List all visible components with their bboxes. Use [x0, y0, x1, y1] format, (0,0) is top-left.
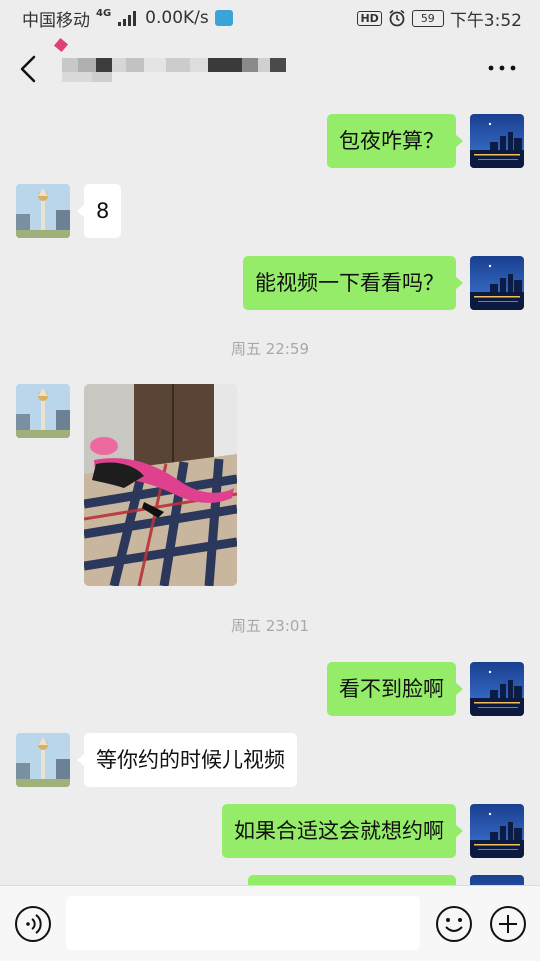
chat-messages[interactable]: 包夜咋算？ 8 能视频一下看看吗？ 周五 22:59 周五 23:01 看不到脸…	[0, 102, 540, 885]
city-night-avatar-image	[470, 256, 524, 310]
message-row	[0, 875, 540, 885]
my-avatar[interactable]	[470, 804, 524, 858]
status-left: 中国移动 4G 0.00K/s	[22, 6, 233, 31]
clock: 下午3:52	[449, 10, 522, 31]
outgoing-bubble[interactable]: 看不到脸啊	[327, 662, 463, 716]
status-right: HD 59 下午3:52	[357, 6, 522, 31]
timestamp: 周五 22:59	[231, 340, 309, 358]
my-avatar[interactable]	[470, 662, 524, 716]
more-dots-icon[interactable]	[486, 58, 518, 78]
contact-avatar[interactable]	[16, 184, 70, 238]
contact-avatar[interactable]	[16, 733, 70, 787]
network-label: 4G	[96, 7, 112, 19]
my-avatar[interactable]	[470, 114, 524, 168]
emoji-icon[interactable]	[435, 905, 473, 943]
message-input[interactable]	[66, 896, 420, 950]
voice-icon[interactable]	[14, 905, 52, 943]
alarm-icon	[389, 9, 405, 27]
outgoing-bubble[interactable]: 能视频一下看看吗？	[243, 256, 463, 310]
chevron-left-icon[interactable]	[10, 49, 50, 89]
message-row: 包夜咋算？	[0, 114, 540, 168]
outgoing-bubble[interactable]	[248, 875, 456, 885]
outgoing-bubble[interactable]: 包夜咋算？	[327, 114, 463, 168]
message-row: 看不到脸啊	[0, 662, 540, 716]
message-row	[0, 384, 540, 586]
book-app-icon	[214, 10, 233, 26]
plus-icon[interactable]	[489, 905, 527, 943]
contact-name-pixelated	[53, 37, 312, 84]
bedroom-photo	[84, 384, 237, 586]
contact-avatar[interactable]	[16, 384, 70, 438]
city-night-avatar-image	[470, 114, 524, 168]
photo-message[interactable]	[84, 384, 237, 586]
input-bar	[0, 885, 540, 961]
outgoing-bubble[interactable]: 如果合适这会就想约啊	[222, 804, 463, 858]
network-speed: 0.00K/s	[145, 8, 209, 28]
city-night-avatar-image	[470, 662, 524, 716]
tower-avatar-image	[16, 733, 70, 787]
status-bar: 中国移动 4G 0.00K/s HD 59 下午3:52	[0, 0, 540, 36]
message-row: 等你约的时候儿视频	[0, 733, 540, 787]
incoming-bubble[interactable]: 等你约的时候儿视频	[77, 733, 297, 787]
message-row: 能视频一下看看吗？	[0, 256, 540, 310]
incoming-bubble[interactable]: 8	[76, 184, 122, 238]
my-avatar[interactable]	[470, 875, 524, 885]
message-row: 8	[0, 184, 540, 238]
chat-header	[0, 36, 540, 102]
tower-avatar-image	[16, 384, 70, 438]
city-night-avatar-image	[470, 875, 524, 885]
signal-icon	[118, 11, 137, 26]
my-avatar[interactable]	[470, 256, 524, 310]
carrier-label: 中国移动	[22, 10, 90, 31]
battery-icon: 59	[411, 9, 444, 27]
hd-badge: HD	[357, 10, 382, 26]
city-night-avatar-image	[470, 804, 524, 858]
tower-avatar-image	[16, 184, 70, 238]
message-row: 如果合适这会就想约啊	[0, 804, 540, 858]
timestamp: 周五 23:01	[231, 617, 309, 635]
